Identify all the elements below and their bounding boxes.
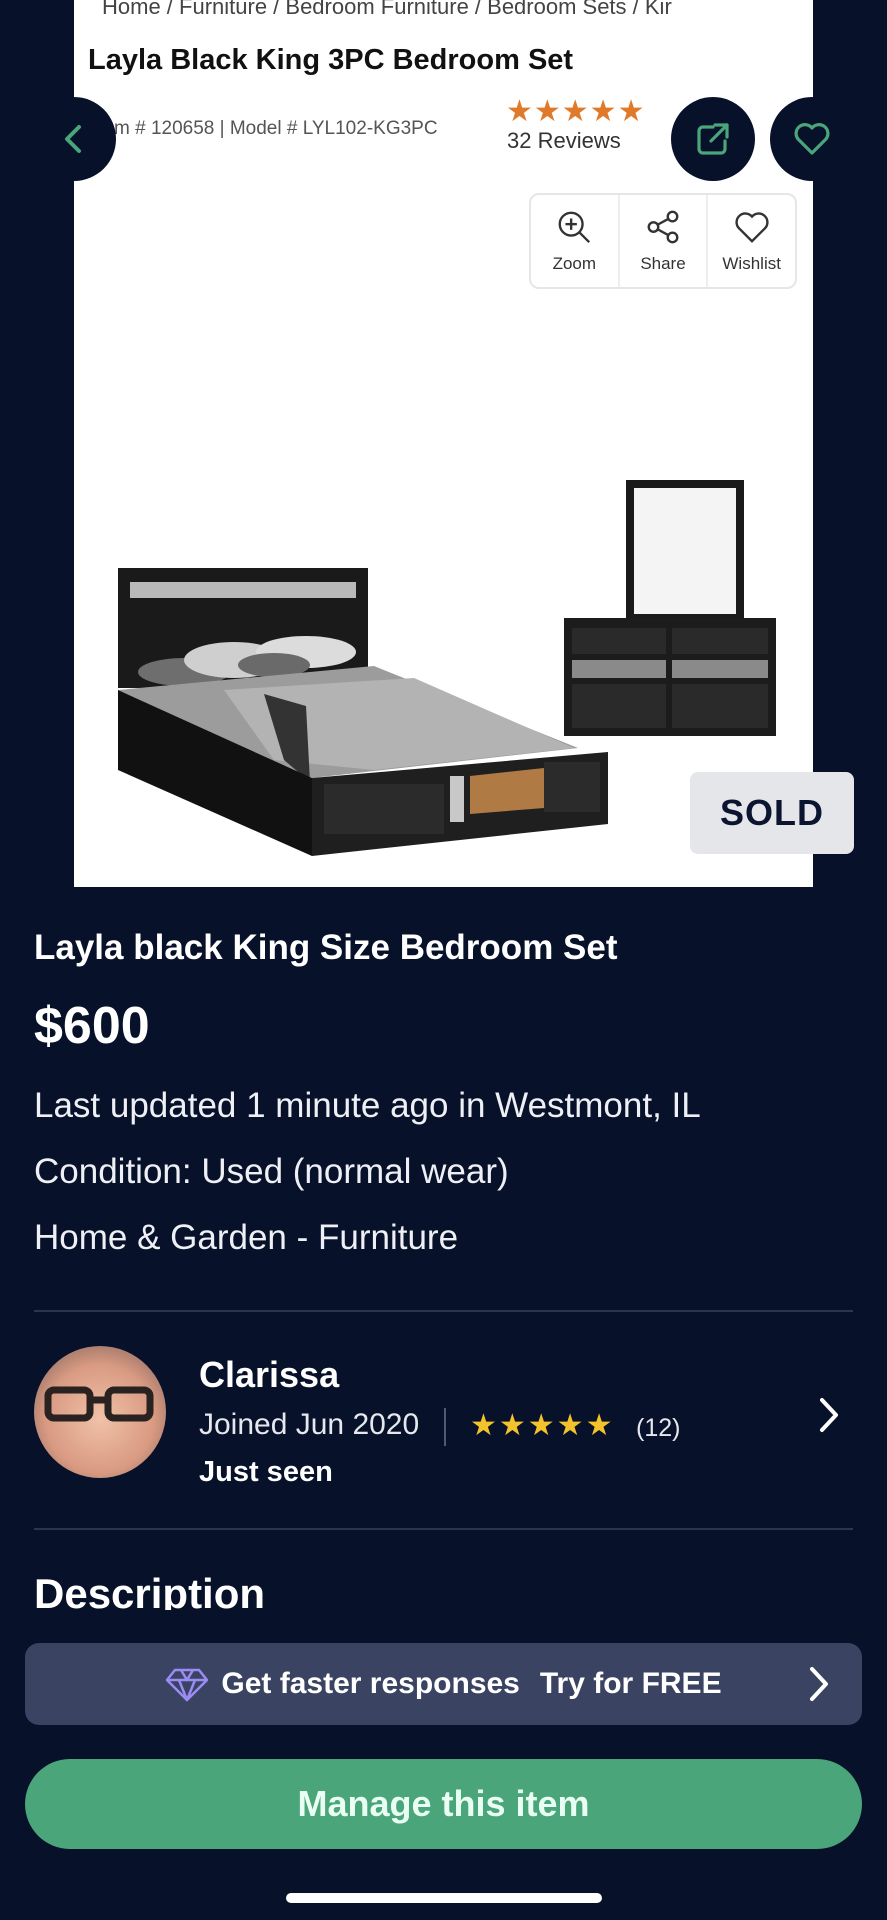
share-icon [697,123,729,155]
divider [34,1310,853,1312]
favorite-button[interactable] [770,97,854,181]
manage-item-button[interactable]: Manage this item [25,1759,862,1849]
listing-condition: Condition: Used (normal wear) [34,1152,509,1191]
seller-rating-count: (12) [636,1414,681,1442]
chevron-right-icon [810,1667,828,1701]
back-button[interactable] [32,97,116,181]
heart-icon [794,123,830,155]
chevron-left-icon [65,125,81,153]
listing-price: $600 [34,997,150,1055]
seller-rating-stars: ★★★★★ [470,1409,615,1442]
diamond-icon [166,1668,209,1702]
seller-name: Clarissa [199,1354,340,1395]
seller-joined-date: Joined Jun 2020 [199,1408,420,1441]
promo-banner[interactable]: Get faster responses Try for FREE [25,1643,862,1725]
promo-text: Get faster responses [221,1667,520,1700]
divider [34,1528,853,1530]
description-heading: Description [34,1570,266,1610]
avatar-glasses [44,1386,154,1422]
seller-last-seen: Just seen [199,1456,333,1488]
seller-separator [444,1408,446,1446]
chevron-right-icon [820,1398,838,1432]
listing-updated: Last updated 1 minute ago in Westmont, I… [34,1086,701,1125]
home-indicator[interactable] [286,1893,602,1903]
sold-badge: SOLD [690,772,854,854]
promo-cta: Try for FREE [539,1667,722,1700]
seller-card[interactable]: Clarissa Joined Jun 2020 ★★★★★ (12) Just… [34,1346,853,1488]
listing-category[interactable]: Home & Garden - Furniture [34,1218,458,1258]
listing-title: Layla black King Size Bedroom Set [34,928,618,967]
share-button[interactable] [671,97,755,181]
avatar [34,1346,166,1478]
